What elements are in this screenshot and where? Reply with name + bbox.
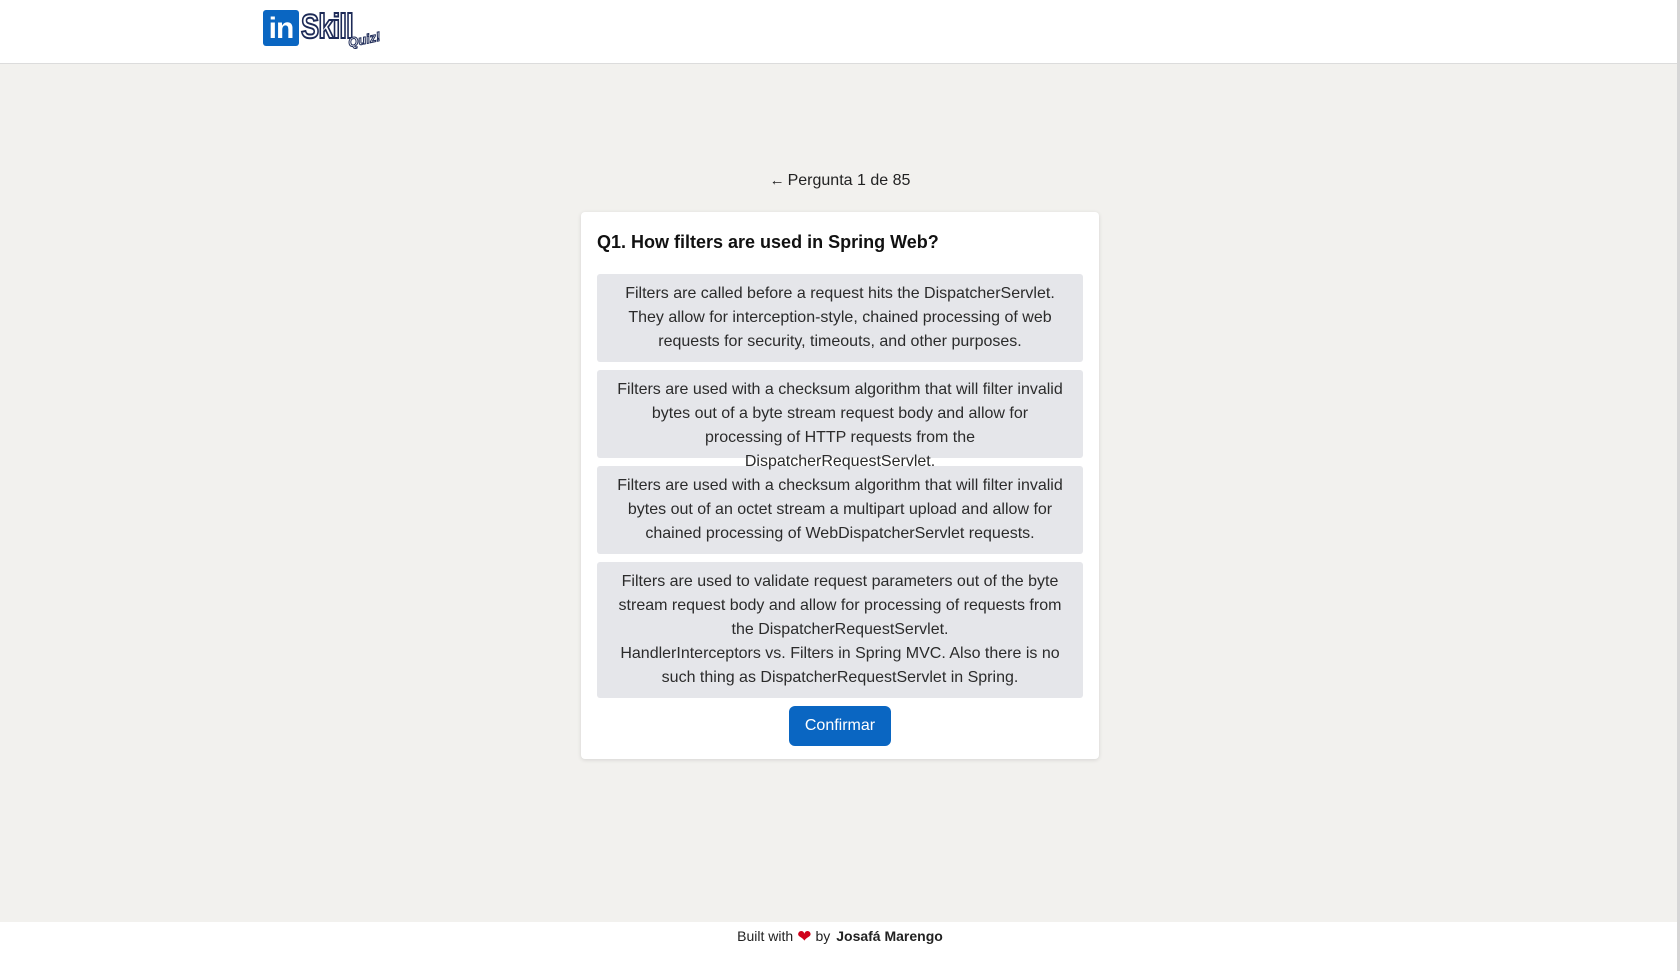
main-content: ← Pergunta 1 de 85 Q1. How filters are us… — [0, 64, 1680, 922]
logo-in-badge: in — [263, 10, 299, 46]
confirm-wrapper: Confirmar — [597, 706, 1083, 746]
footer-author-link[interactable]: Josafá Marengo — [836, 928, 943, 944]
answer-option-1-line: They allow for interception-style, chain… — [628, 309, 1052, 326]
answer-option-2-line: bytes out of a byte stream request body … — [651, 405, 1029, 422]
answer-option-1-line: Filters are called before a request hits… — [625, 285, 1055, 302]
footer-built-with: Built with — [737, 928, 794, 944]
answer-option-4-line: such thing as DispatcherRequestServlet i… — [661, 669, 1019, 686]
confirm-button[interactable]: Confirmar — [788, 706, 892, 746]
answer-option-4[interactable]: Filters are used to validate request par… — [597, 562, 1083, 698]
answer-option-4-line: Filters are used to validate request par… — [621, 573, 1059, 590]
page: in Skill Quiz! ← Pergunta 1 de 85 Q1. How… — [0, 0, 1680, 971]
question-counter-text: Pergunta 1 de 85 — [787, 172, 911, 189]
answer-option-4-line: the DispatcherRequestServlet. — [731, 621, 949, 638]
answer-option-1[interactable]: Filters are called before a request hits… — [597, 274, 1083, 362]
answer-option-4-line: HandlerInterceptors vs. Filters in Sprin… — [620, 645, 1060, 662]
logo-skill-text: Skill — [300, 8, 354, 46]
question-counter: ← Pergunta 1 de 85 — [0, 172, 1680, 190]
answer-option-3[interactable]: Filters are used with a checksum algorit… — [597, 466, 1083, 554]
footer: Built with ❤ by Josafá Marengo — [0, 922, 1680, 971]
answer-option-2[interactable]: Filters are used with a checksum algorit… — [597, 370, 1083, 470]
arrow-left-icon[interactable]: ← — [770, 172, 785, 189]
heart-icon: ❤ — [797, 927, 812, 946]
top-navbar: in Skill Quiz! — [0, 0, 1680, 64]
answer-option-1-line: requests for security, timeouts, and oth… — [658, 333, 1022, 350]
question-title: Q1. How filters are used in Spring Web? — [597, 232, 939, 252]
answer-option-2-line: Filters are used with a checksum algorit… — [617, 381, 1063, 398]
answer-option-3-line: bytes out of an octet stream a multipart… — [627, 501, 1053, 518]
footer-by: by — [815, 928, 831, 944]
question-card: Q1. How filters are used in Spring Web? … — [581, 212, 1099, 759]
answer-option-4-line: stream request body and allow for proces… — [618, 597, 1062, 614]
answer-option-3-line: Filters are used with a checksum algorit… — [617, 477, 1063, 494]
answer-option-3-line: chained processing of WebDispatcherServl… — [645, 525, 1035, 542]
